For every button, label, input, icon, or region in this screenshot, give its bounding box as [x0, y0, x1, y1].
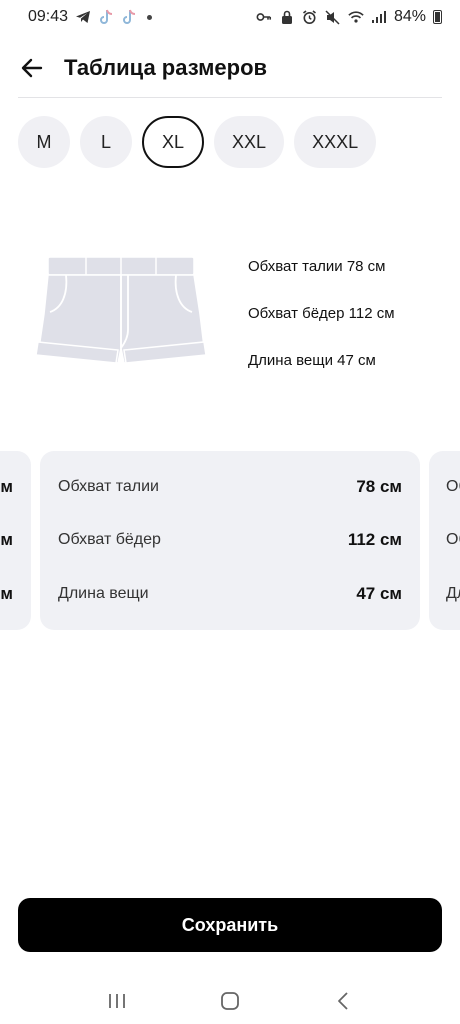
recent-apps-button[interactable] [97, 981, 137, 1021]
card-label: Об [446, 531, 460, 548]
card-value: м [0, 477, 13, 496]
back-button[interactable] [18, 54, 46, 82]
card-value: 78 см [356, 477, 402, 496]
size-selector: M L XL XXL XXXL [18, 116, 377, 168]
card-label: Обхват талии [58, 478, 159, 495]
telegram-icon [75, 9, 91, 25]
page-title: Таблица размеров [64, 55, 268, 80]
card-row: м [0, 582, 13, 606]
card-row-waist: Обхват талии 78 см [58, 475, 402, 499]
size-chip-xxl[interactable]: XXL [214, 116, 285, 168]
status-left: 09:43 [28, 8, 153, 26]
status-bar: 09:43 84% [0, 0, 460, 34]
status-time: 09:43 [28, 8, 69, 25]
tiktok-icon [121, 9, 137, 25]
summary-hips: Обхват бёдер 112 см [248, 305, 395, 322]
back-icon [338, 992, 348, 1010]
card-row: Об [446, 475, 460, 499]
battery-icon [433, 10, 442, 24]
size-chip-xl[interactable]: XL [142, 116, 205, 168]
card-label: Дл [446, 585, 460, 602]
home-icon [221, 992, 239, 1010]
card-row: м [0, 528, 13, 552]
card-label: Длина вещи [58, 585, 149, 602]
back-nav-button[interactable] [323, 981, 363, 1021]
measurements-summary: Обхват талии 78 см Обхват бёдер 112 см Д… [248, 256, 395, 397]
size-chip-l[interactable]: L [80, 116, 132, 168]
recent-apps-icon [108, 994, 125, 1008]
tiktok-icon [98, 9, 114, 25]
header-divider [18, 97, 442, 98]
shorts-icon [32, 252, 210, 374]
size-cards-carousel[interactable]: м м м Обхват талии 78 см Обхват бёдер 11… [0, 451, 460, 630]
card-row: м [0, 475, 13, 499]
arrow-left-icon [21, 58, 43, 78]
signal-icon [371, 9, 387, 25]
size-card-prev[interactable]: м м м [0, 451, 31, 630]
size-chip-m[interactable]: M [18, 116, 70, 168]
lock-icon [279, 9, 295, 25]
card-row: Дл [446, 582, 460, 606]
header: Таблица размеров [0, 40, 460, 96]
card-row-length: Длина вещи 47 см [58, 582, 402, 606]
size-card-next[interactable]: Об Об Дл [429, 451, 460, 630]
notification-dot [147, 14, 153, 20]
card-value: 47 см [356, 584, 402, 603]
mute-icon [325, 9, 341, 25]
card-value: м [0, 530, 13, 549]
summary-length: Длина вещи 47 см [248, 352, 376, 369]
card-row: Об [446, 528, 460, 552]
card-row-hips: Обхват бёдер 112 см [58, 528, 402, 552]
card-label: Обхват бёдер [58, 531, 161, 548]
status-right: 84% [256, 8, 442, 26]
system-navbar [0, 978, 460, 1024]
card-value: 112 см [347, 530, 402, 549]
size-card-current[interactable]: Обхват талии 78 см Обхват бёдер 112 см Д… [40, 451, 420, 630]
summary-waist: Обхват талии 78 см [248, 258, 386, 275]
alarm-icon [302, 9, 318, 25]
card-value: м [0, 584, 13, 603]
wifi-icon [348, 9, 364, 25]
save-button[interactable]: Сохранить [18, 898, 442, 952]
size-chip-xxxl[interactable]: XXXL [294, 116, 377, 168]
vpn-key-icon [256, 9, 272, 25]
card-label: Об [446, 478, 460, 495]
battery-percent: 84% [393, 8, 426, 25]
home-button[interactable] [210, 981, 250, 1021]
